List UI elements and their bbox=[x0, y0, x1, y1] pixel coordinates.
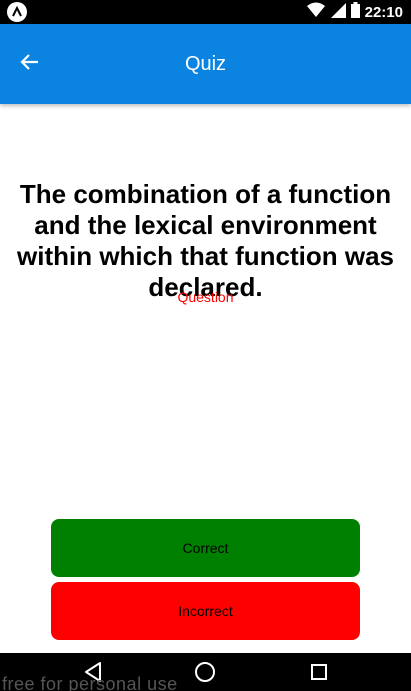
watermark-text: free for personal use bbox=[2, 674, 178, 691]
square-recents-icon bbox=[307, 664, 331, 688]
nav-recents-button[interactable] bbox=[307, 660, 331, 684]
question-text: The combination of a function and the le… bbox=[17, 179, 394, 302]
correct-button-label: Correct bbox=[182, 540, 229, 556]
status-bar: 22:10 bbox=[0, 0, 411, 24]
question-label: Question bbox=[177, 289, 234, 305]
wifi-icon bbox=[306, 2, 325, 23]
signal-icon bbox=[330, 2, 346, 23]
page-title: Quiz bbox=[184, 53, 227, 75]
status-time: 22:10 bbox=[364, 3, 403, 21]
circle-home-icon bbox=[193, 662, 217, 688]
app-bar: Quiz bbox=[0, 24, 411, 104]
app-notification-icon bbox=[7, 2, 27, 22]
status-indicators: 22:10 bbox=[306, 0, 403, 24]
incorrect-button[interactable]: Incorrect bbox=[51, 582, 360, 640]
incorrect-button-label: Incorrect bbox=[178, 603, 233, 619]
battery-icon bbox=[350, 1, 360, 23]
correct-button[interactable]: Correct bbox=[51, 519, 360, 577]
nav-home-button[interactable] bbox=[193, 660, 217, 684]
